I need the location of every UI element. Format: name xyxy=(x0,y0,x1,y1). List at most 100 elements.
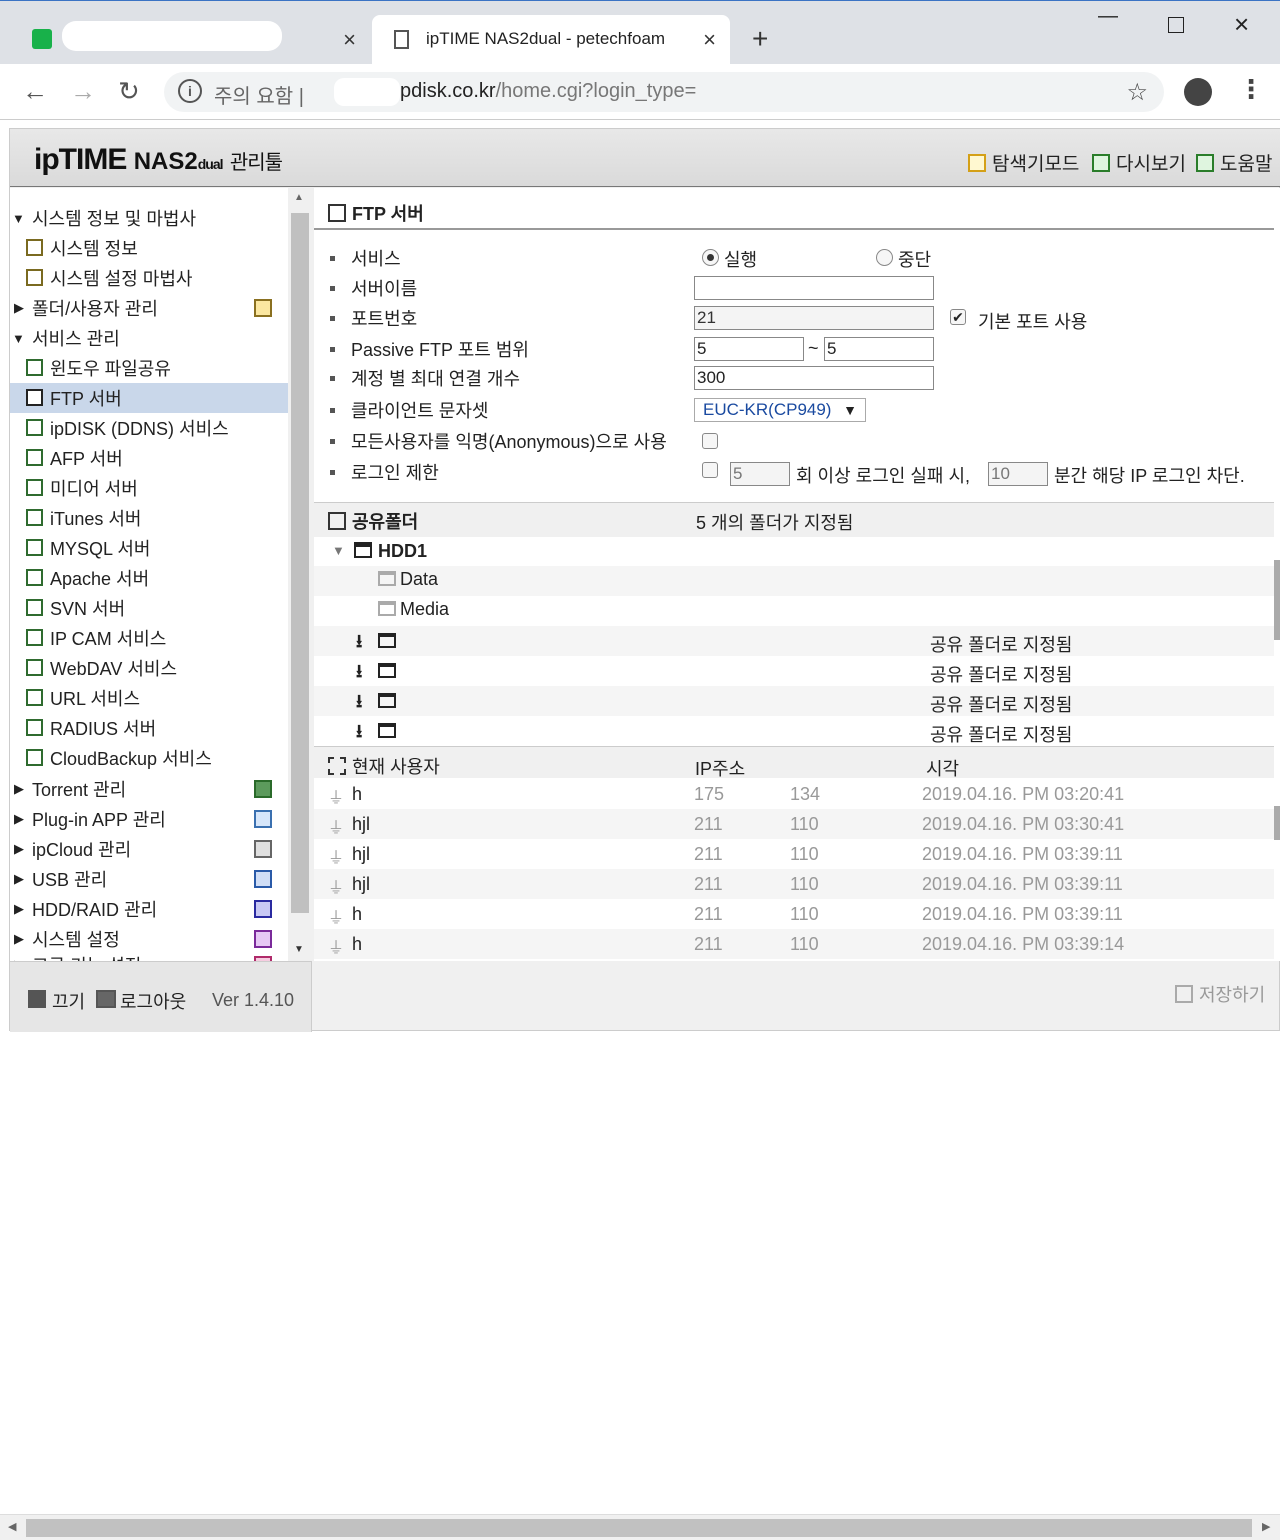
sidebar-group-service[interactable]: ▼ 서비스 관리 xyxy=(10,323,288,353)
caret-down-icon[interactable]: ▼ xyxy=(332,543,345,558)
page-scroll-thumb[interactable] xyxy=(26,1519,1252,1537)
sidebar-item-radius[interactable]: RADIUS 서버 xyxy=(10,713,288,743)
tree-row-data[interactable] xyxy=(314,566,1274,596)
page-horizontal-scrollbar[interactable]: ◀ ▶ xyxy=(0,1514,1280,1540)
caret-right-icon: ▶ xyxy=(14,781,24,796)
scroll-up-icon[interactable]: ▲ xyxy=(294,192,304,203)
port-input[interactable]: 21 xyxy=(694,306,934,330)
sidebar-scroll-thumb[interactable] xyxy=(291,213,309,913)
service-icon xyxy=(26,449,43,466)
radio-stop-label: 중단 xyxy=(898,250,932,270)
sidebar-item-webdav[interactable]: WebDAV 서비스 xyxy=(10,653,288,683)
fail-count-input[interactable]: 5 xyxy=(730,462,790,486)
sidebar-item-itunes[interactable]: iTunes 서버 xyxy=(10,503,288,533)
charset-select[interactable]: EUC-KR(CP949) ▼ xyxy=(694,398,866,422)
address-bar[interactable]: i 주의 요함 | pdisk.co.kr/home.cgi?login_typ… xyxy=(164,72,1164,112)
close-icon[interactable]: × xyxy=(703,27,716,53)
forward-icon[interactable]: → xyxy=(70,76,96,107)
building-icon xyxy=(328,512,346,530)
sidebar-group-system[interactable]: ▼ 시스템 정보 및 마법사 xyxy=(10,203,288,233)
max-connections-input[interactable]: 300 xyxy=(694,366,934,390)
back-icon[interactable]: ← xyxy=(22,76,48,107)
anonymous-checkbox[interactable] xyxy=(702,433,718,449)
sidebar-item-cloudbackup[interactable]: CloudBackup 서비스 xyxy=(10,743,288,773)
bookmark-star-icon[interactable]: ☆ xyxy=(1126,78,1148,107)
power-off-button[interactable]: 끄기 xyxy=(52,988,85,1014)
passive-to-input[interactable]: 5 xyxy=(824,337,934,361)
close-icon[interactable]: × xyxy=(343,27,356,53)
server-name-input[interactable] xyxy=(694,276,934,300)
user-ip-prefix: 211 xyxy=(694,874,723,894)
login-limit-checkbox[interactable] xyxy=(702,462,718,478)
reload-icon[interactable]: ↻ xyxy=(118,76,140,107)
ftp-section-title: FTP 서버 xyxy=(328,200,424,226)
save-button[interactable]: 저장하기 xyxy=(1175,981,1265,1007)
plug-icon: ⏚ xyxy=(328,790,345,807)
user-ip-suffix: 110 xyxy=(790,874,819,894)
scroll-left-icon[interactable]: ◀ xyxy=(8,1520,16,1533)
assigned-row[interactable] xyxy=(314,656,1274,686)
assigned-row[interactable] xyxy=(314,686,1274,716)
caret-down-icon: ▼ xyxy=(12,330,25,346)
service-icon xyxy=(26,479,43,496)
sidebar-group-torrent[interactable]: ▶ Torrent 관리 xyxy=(10,774,288,804)
sidebar-footer: 끄기 로그아웃 Ver 1.4.10 xyxy=(10,961,312,1032)
scroll-down-icon[interactable]: ▼ xyxy=(294,944,304,955)
redacted-tab-title xyxy=(62,21,282,51)
sidebar-group-advanced[interactable]: ▶고급 기능 설정 xyxy=(10,950,288,961)
info-icon[interactable]: i xyxy=(178,79,202,103)
sidebar-item-apache[interactable]: Apache 서버 xyxy=(10,563,288,593)
menu-icon[interactable]: ⋮ xyxy=(1238,74,1264,105)
radio-stop[interactable] xyxy=(876,249,893,266)
tab-active[interactable]: ipTIME NAS2dual - petechfoam × xyxy=(372,15,730,65)
logout-button[interactable]: 로그아웃 xyxy=(120,988,186,1014)
user-time: 2019.04.16. PM 03:20:41 xyxy=(922,784,1125,804)
sidebar-item-media[interactable]: 미디어 서버 xyxy=(10,473,288,503)
minimize-icon[interactable]: — xyxy=(1098,5,1118,28)
new-tab-icon[interactable]: + xyxy=(752,23,768,55)
scroll-right-icon[interactable]: ▶ xyxy=(1262,1520,1270,1533)
folder-icon xyxy=(378,693,396,708)
help-link[interactable]: 도움말 xyxy=(1196,149,1272,176)
download-icon: ⭳ xyxy=(356,661,363,681)
assigned-row[interactable] xyxy=(314,716,1274,746)
refresh-link[interactable]: 다시보기 xyxy=(1092,149,1186,176)
sidebar-group-folder-user[interactable]: ▶ 폴더/사용자 관리 xyxy=(10,293,288,323)
profile-icon[interactable] xyxy=(1184,78,1212,106)
sidebar-item-windows-share[interactable]: 윈도우 파일공유 xyxy=(10,353,288,383)
radio-run[interactable] xyxy=(702,249,719,266)
sidebar-group-hdd-raid[interactable]: ▶ HDD/RAID 관리 xyxy=(10,894,288,924)
plug-icon: ⏚ xyxy=(328,940,345,957)
assigned-row[interactable] xyxy=(314,626,1274,656)
tab-inactive[interactable]: × xyxy=(0,15,370,65)
sidebar-item-system-info[interactable]: 시스템 정보 xyxy=(10,233,288,263)
sidebar-item-mysql[interactable]: MYSQL 서버 xyxy=(10,533,288,563)
browser-toolbar: ← → ↻ i 주의 요함 | pdisk.co.kr/home.cgi?log… xyxy=(0,64,1280,120)
folder-list-scroll-thumb[interactable] xyxy=(1274,560,1280,640)
sidebar-group-ipcloud[interactable]: ▶ ipCloud 관리 xyxy=(10,834,288,864)
maximize-icon[interactable] xyxy=(1168,17,1184,33)
sidebar-item-ipcam[interactable]: IP CAM 서비스 xyxy=(10,623,288,653)
user-ip-prefix: 211 xyxy=(694,814,723,834)
redacted-url xyxy=(334,78,400,106)
folder-icon xyxy=(968,153,986,172)
sidebar-item-ftp[interactable]: FTP 서버 xyxy=(10,383,288,413)
sidebar-item-system-wizard[interactable]: 시스템 설정 마법사 xyxy=(10,263,288,293)
user-list-scroll-thumb[interactable] xyxy=(1274,806,1280,840)
default-port-checkbox[interactable]: ✔ xyxy=(950,309,966,325)
explorer-mode-link[interactable]: 탐색기모드 xyxy=(968,149,1079,176)
block-minutes-input[interactable]: 10 xyxy=(988,462,1048,486)
sidebar-group-plugin[interactable]: ▶ Plug-in APP 관리 xyxy=(10,804,288,834)
mail-icon xyxy=(32,29,52,49)
close-window-icon[interactable]: × xyxy=(1234,9,1249,40)
sidebar-item-svn[interactable]: SVN 서버 xyxy=(10,593,288,623)
sidebar-item-afp[interactable]: AFP 서버 xyxy=(10,443,288,473)
sidebar-item-url[interactable]: URL 서비스 xyxy=(10,683,288,713)
service-icon xyxy=(328,204,346,222)
main-scrollbar[interactable] xyxy=(1274,188,1280,961)
tree-row-media[interactable] xyxy=(314,596,1274,626)
passive-from-input[interactable]: 5 xyxy=(694,337,804,361)
tree-row-hdd[interactable] xyxy=(314,537,1274,567)
sidebar-group-usb[interactable]: ▶ USB 관리 xyxy=(10,864,288,894)
sidebar-item-ipdisk[interactable]: ipDISK (DDNS) 서비스 xyxy=(10,413,288,443)
